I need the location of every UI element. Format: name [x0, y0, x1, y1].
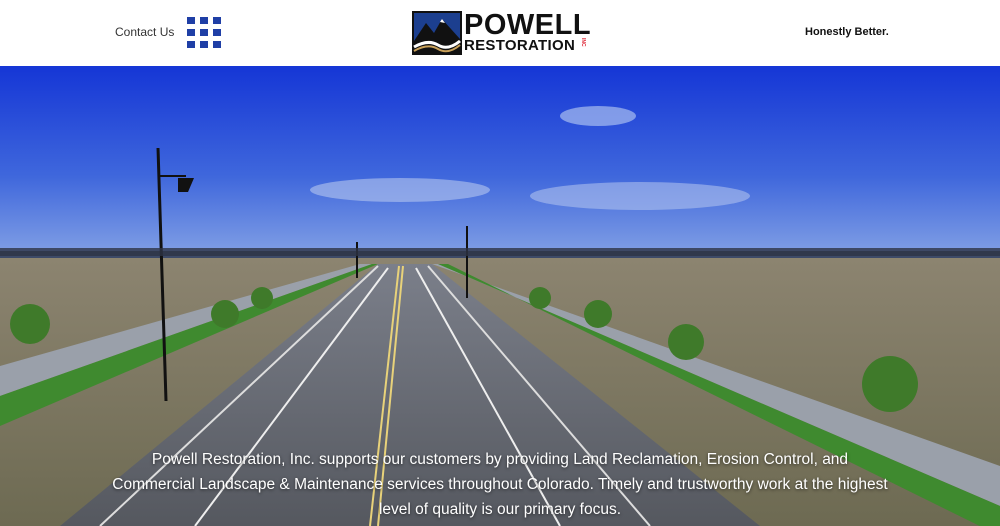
tagline: Honestly Better.	[805, 26, 889, 38]
logo[interactable]: POWELL RESTORATION INC	[412, 9, 592, 55]
contact-us-link[interactable]: Contact Us	[115, 25, 174, 39]
grid-menu-icon[interactable]	[187, 17, 221, 48]
hero-description: Powell Restoration, Inc. supports our cu…	[112, 451, 888, 518]
mountain-logo-icon	[412, 11, 462, 55]
hero-banner: Powell Restoration, Inc. supports our cu…	[0, 66, 1000, 526]
logo-subname: RESTORATION	[464, 37, 576, 54]
site-header: Contact Us POWELL RESTORATION INC Honest…	[0, 0, 1000, 66]
logo-name: POWELL	[464, 9, 592, 41]
logo-suffix: INC	[580, 38, 586, 47]
